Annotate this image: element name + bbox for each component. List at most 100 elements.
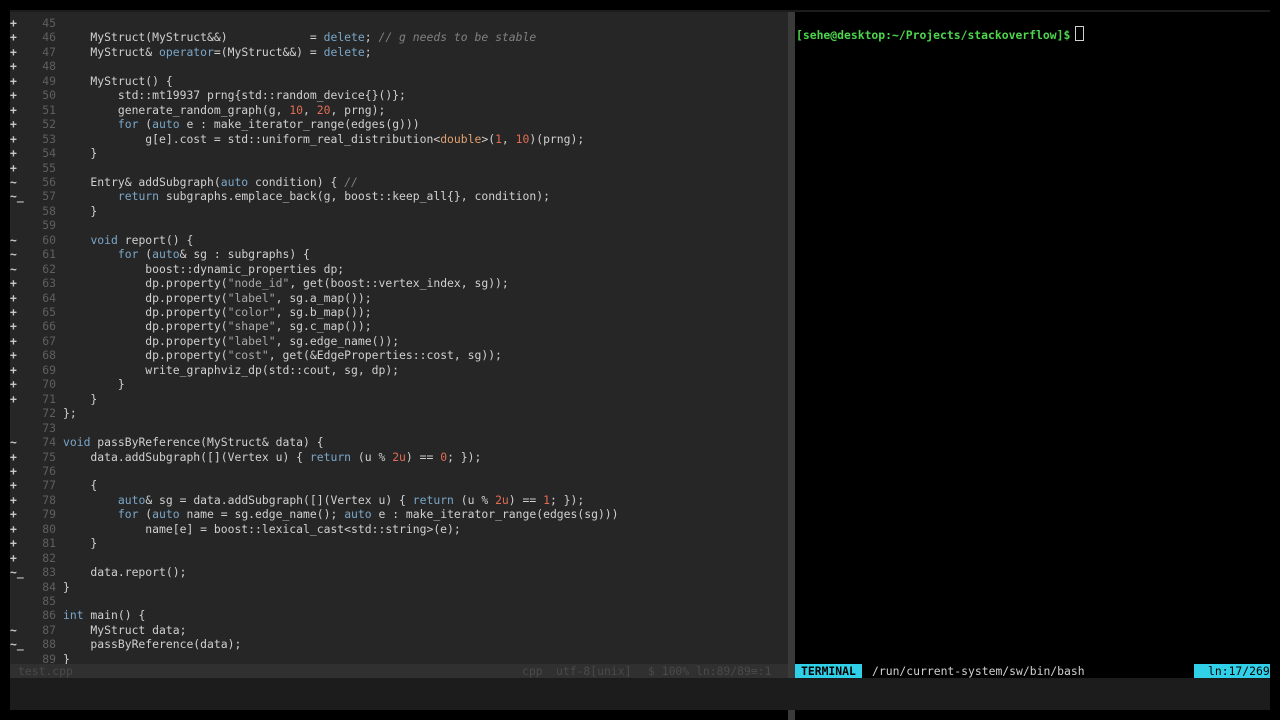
git-sign: + <box>10 492 17 507</box>
code-line[interactable]: ~87 MyStruct data; <box>10 623 788 638</box>
code-line[interactable]: +82 <box>10 551 788 566</box>
code-line[interactable]: 85 <box>10 594 788 609</box>
code-text: MyStruct() { <box>63 73 173 88</box>
code-line[interactable]: ~_ 88 passByReference(data); <box>10 637 788 652</box>
line-number: 63 <box>42 276 56 291</box>
code-line[interactable]: +63 dp.property("node_id", get(boost::ve… <box>10 276 788 291</box>
code-line[interactable]: 58 } <box>10 204 788 219</box>
code-line[interactable]: ~_ 83 data.report(); <box>10 565 788 580</box>
code-text: g[e].cost = std::uniform_real_distributi… <box>63 131 585 146</box>
code-line[interactable]: +45 <box>10 16 788 31</box>
git-sign: + <box>10 59 17 74</box>
code-line[interactable]: +80 name[e] = boost::lexical_cast<std::s… <box>10 522 788 537</box>
code-text: } <box>63 146 98 161</box>
code-line[interactable]: 59 <box>10 218 788 233</box>
code-line[interactable]: ~_ 57 return subgraphs.emplace_back(g, bo… <box>10 189 788 204</box>
line-number: 84 <box>42 579 56 594</box>
code-line[interactable]: ~61 for (auto& sg : subgraphs) { <box>10 247 788 262</box>
code-text: write_graphviz_dp(std::cout, sg, dp); <box>63 362 400 377</box>
code-line[interactable]: +71 } <box>10 392 788 407</box>
git-sign: + <box>10 391 17 406</box>
line-number: 78 <box>42 492 56 507</box>
code-line[interactable]: +46 MyStruct(MyStruct&&) = delete; // g … <box>10 30 788 45</box>
editor-statusline: test.cpp cpp utf-8[unix] $ 100% ln:89/89… <box>10 664 788 678</box>
line-number: 46 <box>42 30 56 45</box>
code-line[interactable]: 73 <box>10 421 788 436</box>
line-number: 60 <box>42 232 56 247</box>
code-text: name[e] = boost::lexical_cast<std::strin… <box>63 521 461 536</box>
code-text: dp.property("color", sg.b_map()); <box>63 305 372 319</box>
line-number: 54 <box>42 146 56 161</box>
code-line[interactable]: +53 g[e].cost = std::uniform_real_distri… <box>10 132 788 147</box>
line-number: 52 <box>42 117 56 132</box>
code-line[interactable]: 84} <box>10 580 788 595</box>
status-position: $ 100% ln:89/89≡:1 <box>648 664 772 678</box>
terminal-pane[interactable]: [sehe@desktop:~/Projects/stackoverflow]$ <box>795 12 1270 664</box>
code-line[interactable]: +48 <box>10 59 788 74</box>
line-number: 80 <box>42 521 56 536</box>
line-number: 49 <box>42 73 56 88</box>
status-filename: test.cpp <box>18 664 73 678</box>
code-text: for (auto name = sg.edge_name(); auto e … <box>117 507 619 522</box>
code-line[interactable]: +51 generate_random_graph(g, 10, 20, prn… <box>10 103 788 118</box>
code-line[interactable]: +54 } <box>10 146 788 161</box>
code-line[interactable]: +79 for (auto name = sg.edge_name(); aut… <box>10 507 788 522</box>
git-sign: ~ <box>10 174 17 189</box>
git-sign: + <box>10 333 17 348</box>
code-line[interactable]: +49 MyStruct() { <box>10 74 788 89</box>
git-sign: + <box>10 362 17 377</box>
line-number: 67 <box>42 333 56 348</box>
code-line[interactable]: 72}; <box>10 406 788 421</box>
code-line[interactable]: +68 dp.property("cost", get(&EdgePropert… <box>10 348 788 363</box>
code-line[interactable]: +50 std::mt19937 prng{std::random_device… <box>10 88 788 103</box>
git-sign: + <box>10 478 17 493</box>
command-line[interactable] <box>10 678 1270 710</box>
git-sign: + <box>10 44 17 59</box>
code-line[interactable]: +69 write_graphviz_dp(std::cout, sg, dp)… <box>10 363 788 378</box>
code-line[interactable]: +75 data.addSubgraph([](Vertex u) { retu… <box>10 450 788 465</box>
code-editor-pane[interactable]: +45 +46 MyStruct(MyStruct&&) = delete; //… <box>10 12 788 664</box>
git-sign: ~ <box>10 247 17 262</box>
status-encoding: utf-8[unix] <box>556 664 632 678</box>
code-line[interactable]: +67 dp.property("label", sg.edge_name())… <box>10 334 788 349</box>
code-line[interactable]: 89} <box>10 652 788 664</box>
line-number: 75 <box>42 449 56 464</box>
line-number: 69 <box>42 362 56 377</box>
code-line[interactable]: +55 <box>10 161 788 176</box>
code-line[interactable]: ~60 void report() { <box>10 233 788 248</box>
code-text: data.report(); <box>63 565 187 580</box>
git-sign: + <box>10 463 17 478</box>
code-line[interactable]: 86 int main() { <box>10 608 788 623</box>
git-sign: + <box>10 507 17 522</box>
line-number: 77 <box>42 478 56 493</box>
code-line[interactable]: +81 } <box>10 536 788 551</box>
line-number: 57 <box>42 189 56 204</box>
terminal-cursor <box>1075 26 1085 41</box>
terminal-badge: TERMINAL <box>795 664 862 678</box>
git-sign: + <box>10 102 17 117</box>
code-line[interactable]: +78 auto& sg = data.addSubgraph([](Verte… <box>10 493 788 508</box>
code-line[interactable]: +47 MyStruct& operator=(MyStruct&&) = de… <box>10 45 788 60</box>
code-line[interactable]: ~62 boost::dynamic_properties dp; <box>10 262 788 277</box>
code-text: } <box>63 391 98 406</box>
code-line[interactable]: +76 <box>10 464 788 479</box>
code-text: int main() { <box>63 608 146 623</box>
code-text: for (auto& sg : subgraphs) { <box>117 247 310 262</box>
git-sign: + <box>10 319 17 334</box>
code-line[interactable]: +64 dp.property("label", sg.a_map()); <box>10 291 788 306</box>
pane-split-divider[interactable] <box>788 12 795 720</box>
git-sign: ~ <box>10 232 17 247</box>
code-text: for (auto e : make_iterator_range(edges(… <box>117 117 420 132</box>
code-line[interactable]: +52 for (auto e : make_iterator_range(ed… <box>10 117 788 132</box>
git-sign: + <box>10 160 17 175</box>
code-text: } <box>63 203 98 218</box>
code-line[interactable]: +70 } <box>10 377 788 392</box>
line-number: 56 <box>42 174 56 189</box>
code-line[interactable]: +65 dp.property("color", sg.b_map()); <box>10 305 788 320</box>
code-line[interactable]: ~74 void passByReference(MyStruct& data) … <box>10 435 788 450</box>
code-line[interactable]: +66 dp.property("shape", sg.c_map()); <box>10 319 788 334</box>
code-line[interactable]: +77 { <box>10 478 788 493</box>
line-number: 47 <box>42 44 56 59</box>
line-number: 64 <box>42 290 56 305</box>
code-line[interactable]: ~56 Entry& addSubgraph(auto condition) {… <box>10 175 788 190</box>
